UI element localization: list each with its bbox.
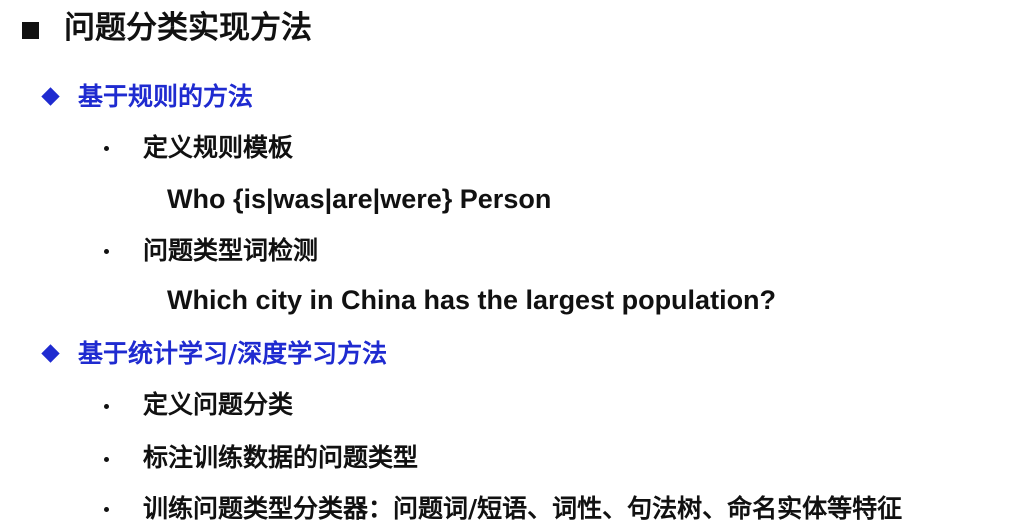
dot-bullet-icon bbox=[104, 404, 109, 409]
list-item: 训练问题类型分类器：问题词/短语、词性、句法树、命名实体等特征 bbox=[143, 494, 903, 523]
dot-bullet-icon bbox=[104, 146, 109, 151]
example-text: Who {is|was|are|were} Person bbox=[167, 184, 552, 214]
section-heading-rule-based: 基于规则的方法 bbox=[78, 82, 254, 111]
list-item: 定义问题分类 bbox=[143, 390, 294, 419]
page-title: 问题分类实现方法 bbox=[64, 10, 312, 46]
list-item: 问题类型词检测 bbox=[143, 236, 319, 265]
dot-bullet-icon bbox=[104, 457, 109, 462]
example-text: Which city in China has the largest popu… bbox=[167, 285, 777, 315]
diamond-bullet-icon bbox=[41, 344, 60, 363]
dot-bullet-icon bbox=[104, 507, 109, 512]
section-heading-learning-based: 基于统计学习/深度学习方法 bbox=[78, 339, 388, 368]
square-bullet-icon bbox=[22, 22, 39, 39]
list-item: 定义规则模板 bbox=[143, 133, 294, 162]
diamond-bullet-icon bbox=[41, 87, 60, 106]
list-item: 标注训练数据的问题类型 bbox=[143, 443, 419, 472]
dot-bullet-icon bbox=[104, 249, 109, 254]
